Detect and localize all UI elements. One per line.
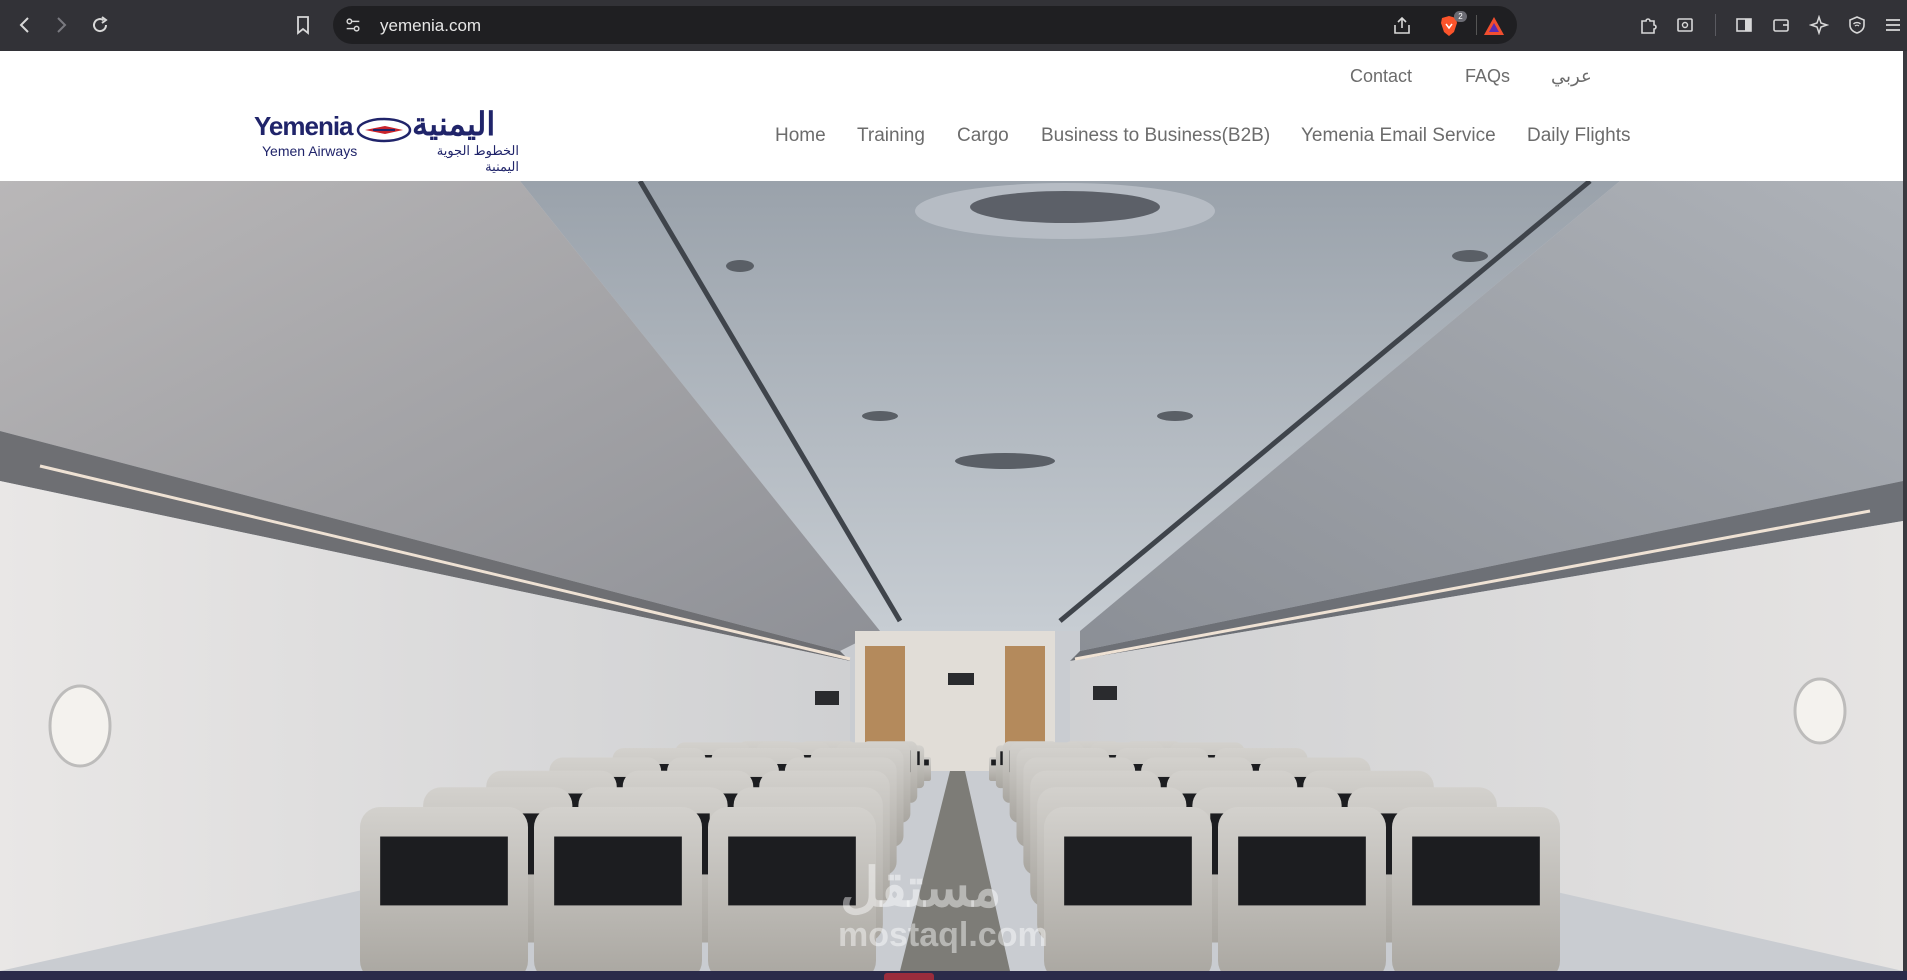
sparkle-icon: [1809, 15, 1829, 35]
vpn-button[interactable]: [1844, 12, 1870, 38]
logo-latin-title: Yemenia: [254, 111, 354, 141]
watermark-arabic: مستقل: [840, 858, 1002, 918]
site-header: Yemenia اليمنية Yemen Airways الخطوط الج…: [0, 51, 1903, 181]
seatback-screen: [554, 836, 682, 906]
hero-cabin-image: مستقل mostaql.com: [0, 181, 1903, 971]
seatback-screen: [1412, 836, 1540, 906]
bookmark-icon: [297, 16, 309, 35]
reader-mode-button[interactable]: [1672, 12, 1698, 38]
watermark-latin: mostaql.com: [838, 916, 1048, 954]
puzzle-icon: [1641, 18, 1657, 34]
seatback-screen: [1064, 836, 1192, 906]
sidebar-button[interactable]: [1731, 12, 1757, 38]
nav-home[interactable]: Home: [775, 125, 826, 147]
bottom-tab-marker: [884, 973, 934, 980]
yemenia-emblem-icon: [356, 117, 412, 143]
shields-count-badge: 2: [1454, 11, 1467, 22]
page-scrollbar[interactable]: [1903, 51, 1907, 971]
vpn-shield-icon: [1849, 16, 1865, 34]
yemenia-logo[interactable]: Yemenia اليمنية Yemen Airways الخطوط الج…: [254, 106, 519, 174]
contact-link[interactable]: Contact: [1350, 66, 1412, 87]
browser-toolbar: yemenia.com 2: [0, 0, 1907, 51]
bookmark-button[interactable]: [290, 12, 316, 38]
arabic-language-link[interactable]: عربي: [1551, 66, 1592, 87]
arrow-right-icon: [57, 17, 67, 33]
rewards-triangle-icon[interactable]: [1483, 15, 1505, 37]
arrow-left-icon: [19, 17, 29, 33]
cabin-illustration: [0, 181, 1903, 971]
seatback-screen: [728, 836, 856, 906]
logo-arabic-title: اليمنية: [412, 106, 496, 142]
extensions-button[interactable]: [1635, 12, 1661, 38]
divider: [1476, 15, 1477, 35]
sidebar-icon: [1736, 18, 1752, 32]
leo-ai-button[interactable]: [1806, 12, 1832, 38]
share-icon[interactable]: [1391, 15, 1413, 37]
seatback-screen: [1238, 836, 1366, 906]
nav-cargo[interactable]: Cargo: [957, 125, 1009, 147]
seatback-screen: [380, 836, 508, 906]
wallet-button[interactable]: [1768, 12, 1794, 38]
url-text[interactable]: yemenia.com: [380, 16, 481, 36]
reload-button[interactable]: [87, 12, 113, 38]
bottom-strip: [0, 971, 1907, 980]
back-button[interactable]: [12, 12, 38, 38]
reload-icon: [93, 16, 108, 33]
main-menu-button[interactable]: [1880, 12, 1906, 38]
site-settings-icon[interactable]: [341, 13, 365, 37]
forward-button[interactable]: [48, 12, 74, 38]
nav-training[interactable]: Training: [857, 125, 925, 147]
logo-latin-subtitle: Yemen Airways: [262, 143, 358, 159]
address-bar[interactable]: yemenia.com 2: [333, 6, 1517, 44]
reader-mode-icon: [1677, 18, 1693, 32]
wallet-icon: [1773, 19, 1789, 32]
hamburger-menu-icon: [1886, 19, 1900, 31]
nav-daily-flights[interactable]: Daily Flights: [1527, 125, 1630, 147]
nav-email-service[interactable]: Yemenia Email Service: [1301, 125, 1496, 147]
faqs-link[interactable]: FAQs: [1465, 66, 1510, 87]
divider: [1715, 14, 1716, 36]
nav-b2b[interactable]: Business to Business(B2B): [1041, 125, 1270, 147]
logo-arabic-subtitle: الخطوط الجوية اليمنية: [436, 143, 519, 174]
